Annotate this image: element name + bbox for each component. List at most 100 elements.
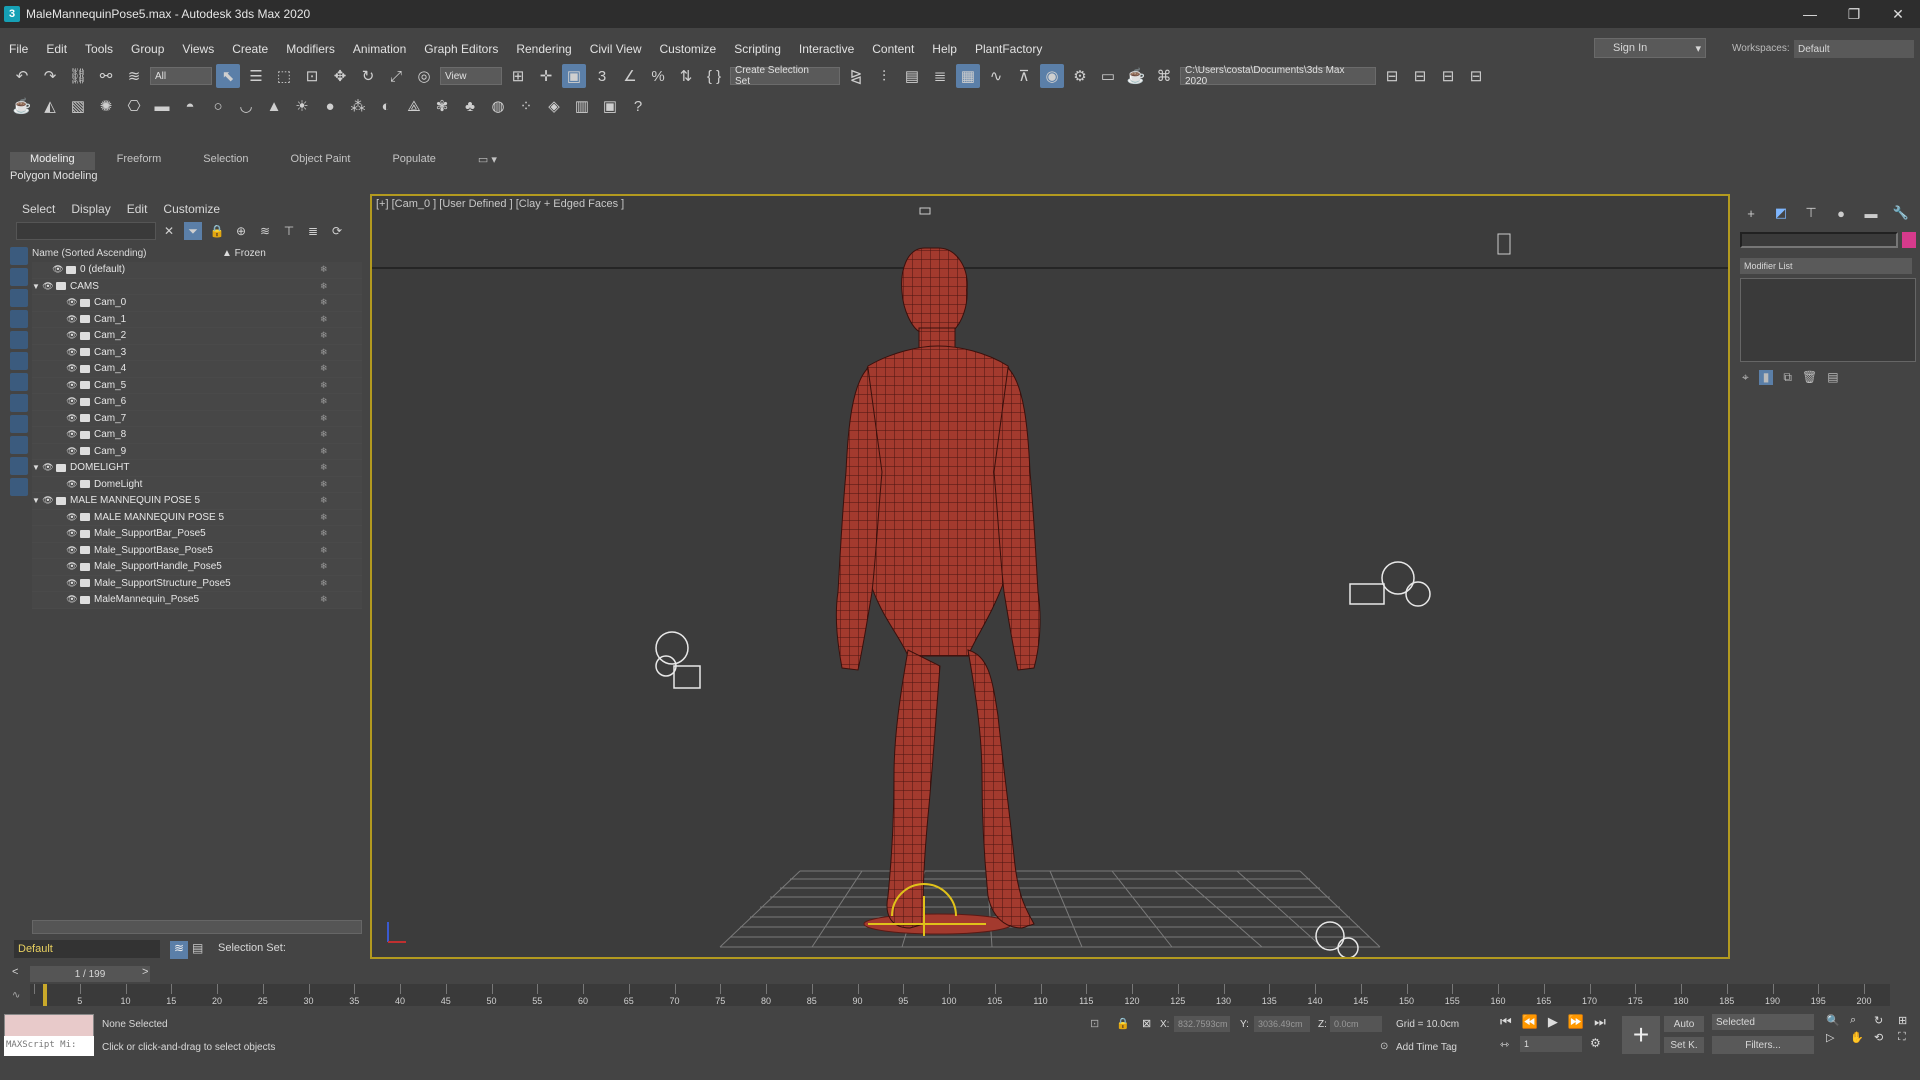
render-cloud-icon[interactable]: ⌘ bbox=[1152, 64, 1176, 88]
curve-editor-mini-icon[interactable]: ∿ bbox=[12, 990, 20, 1001]
image-icon[interactable]: ▧ bbox=[66, 94, 90, 118]
minimize-button[interactable]: — bbox=[1788, 0, 1832, 28]
hierarchy-tab-icon[interactable]: ⊤ bbox=[1800, 204, 1822, 222]
place-icon[interactable]: ◎ bbox=[412, 64, 436, 88]
visibility-eye-icon[interactable]: 👁 bbox=[66, 363, 78, 374]
scene-tree-row[interactable]: ▼ 👁 CAMS ❄ bbox=[32, 278, 362, 295]
remove-modifier-icon[interactable]: 🗑 bbox=[1802, 370, 1817, 385]
hierarchy-icon[interactable]: ⊤ bbox=[280, 222, 298, 240]
tab-populate[interactable]: Populate bbox=[372, 152, 455, 170]
frozen-icon[interactable]: ❄ bbox=[320, 462, 328, 473]
col-name[interactable]: Name (Sorted Ascending) bbox=[32, 248, 222, 262]
frozen-icon[interactable]: ❄ bbox=[320, 413, 328, 424]
frozen-icon[interactable]: ❄ bbox=[320, 479, 328, 490]
window-crossing-icon[interactable]: ⊡ bbox=[300, 64, 324, 88]
menu-customize[interactable]: Customize bbox=[651, 42, 726, 56]
object-name-field[interactable] bbox=[1740, 232, 1898, 248]
scene-tree-row[interactable]: 👁 Cam_3 ❄ bbox=[32, 344, 362, 361]
display-frozen-icon[interactable] bbox=[10, 457, 28, 475]
cone-icon[interactable]: ▲ bbox=[262, 94, 286, 118]
curve-editor-icon[interactable]: ∿ bbox=[984, 64, 1008, 88]
zoom-all-icon[interactable]: ⌕ bbox=[1850, 1014, 1870, 1027]
visibility-eye-icon[interactable]: 👁 bbox=[42, 281, 54, 292]
visibility-eye-icon[interactable]: 👁 bbox=[66, 446, 78, 457]
pan-icon[interactable]: ✋ bbox=[1850, 1031, 1870, 1044]
visibility-eye-icon[interactable]: 👁 bbox=[66, 297, 78, 308]
visibility-eye-icon[interactable]: 👁 bbox=[66, 578, 78, 589]
lock-icon[interactable]: 🔒 bbox=[208, 222, 226, 240]
scene-search-input[interactable] bbox=[16, 222, 156, 240]
set-key-plus-button[interactable]: + bbox=[1622, 1016, 1660, 1054]
bind-space-warp-icon[interactable]: ≋ bbox=[122, 64, 146, 88]
zoom-icon[interactable]: 🔍 bbox=[1826, 1014, 1846, 1027]
track-bar[interactable]: 5 10 15 20 25 30 35 40 45 50 55 60 65 70 75 80 85 90 95 100… bbox=[30, 984, 1890, 1006]
sign-in-dropdown[interactable]: Sign In ▾ bbox=[1594, 38, 1706, 58]
scene-explorer-icon[interactable]: ▤ bbox=[900, 64, 924, 88]
frozen-icon[interactable]: ❄ bbox=[320, 347, 328, 358]
motion-tab-icon[interactable]: ● bbox=[1830, 204, 1852, 222]
scene-tree-row[interactable]: 👁 Cam_6 ❄ bbox=[32, 394, 362, 411]
scatter-icon[interactable]: ⁂ bbox=[346, 94, 370, 118]
tree-icon[interactable]: ♣ bbox=[458, 94, 482, 118]
scene-tree-row[interactable]: 👁 MALE MANNEQUIN POSE 5 ❄ bbox=[32, 509, 362, 526]
current-frame-field[interactable]: 1 bbox=[1520, 1036, 1582, 1052]
modifier-stack[interactable] bbox=[1740, 278, 1916, 362]
scene-tree-row[interactable]: 👁 Male_SupportStructure_Pose5 ❄ bbox=[32, 575, 362, 592]
menu-create[interactable]: Create bbox=[223, 42, 277, 56]
frozen-icon[interactable]: ❄ bbox=[320, 264, 328, 275]
display-spacewarps-icon[interactable] bbox=[10, 352, 28, 370]
rect-selection-icon[interactable]: ⬚ bbox=[272, 64, 296, 88]
menu-views[interactable]: Views bbox=[173, 42, 223, 56]
scene-tree-row[interactable]: ▼ 👁 MALE MANNEQUIN POSE 5 ❄ bbox=[32, 493, 362, 510]
display-containers-icon[interactable] bbox=[10, 436, 28, 454]
frozen-icon[interactable]: ❄ bbox=[320, 495, 328, 506]
next-key-icon[interactable]: ⏩ bbox=[1568, 1014, 1584, 1030]
frozen-icon[interactable]: ❄ bbox=[320, 363, 328, 374]
workspace-dropdown[interactable]: Default bbox=[1794, 40, 1914, 58]
next-frame-icon[interactable]: > bbox=[142, 966, 148, 978]
save-project-icon[interactable]: ⊟ bbox=[1436, 64, 1460, 88]
manipulate-icon[interactable]: ✛ bbox=[534, 64, 558, 88]
visibility-eye-icon[interactable]: 👁 bbox=[66, 314, 78, 325]
tab-object-paint[interactable]: Object Paint bbox=[271, 152, 371, 170]
scale-icon[interactable]: ⤢ bbox=[384, 64, 408, 88]
help-icon[interactable]: ? bbox=[626, 94, 650, 118]
select-by-layer-icon[interactable]: ▤ bbox=[192, 941, 203, 955]
field-of-view-icon[interactable]: ▷ bbox=[1826, 1031, 1846, 1044]
modifier-list-dropdown[interactable]: Modifier List bbox=[1740, 258, 1912, 274]
render-setup-icon[interactable]: ⚙ bbox=[1068, 64, 1092, 88]
menu-civil-view[interactable]: Civil View bbox=[581, 42, 651, 56]
mirror-icon[interactable]: ⧎ bbox=[844, 64, 868, 88]
y-coordinate-field[interactable]: 3036.49cm bbox=[1254, 1016, 1310, 1032]
isolate-icon[interactable]: ⊡ bbox=[1090, 1017, 1099, 1030]
modify-tab-icon[interactable]: ◩ bbox=[1770, 204, 1792, 222]
layer-explorer-icon[interactable]: ≣ bbox=[928, 64, 952, 88]
add-layer-icon[interactable]: ⊕ bbox=[232, 222, 250, 240]
tab-selection[interactable]: Selection bbox=[183, 152, 268, 170]
orbit-subobject-icon[interactable]: ⟲ bbox=[1874, 1031, 1894, 1044]
angle-snap-icon[interactable]: ∠ bbox=[618, 64, 642, 88]
spinner-snap-icon[interactable]: ⇅ bbox=[674, 64, 698, 88]
play-icon[interactable]: ▶ bbox=[1548, 1014, 1558, 1030]
display-groups-icon[interactable] bbox=[10, 373, 28, 391]
frozen-icon[interactable]: ❄ bbox=[320, 578, 328, 589]
render-region-icon[interactable]: ▥ bbox=[570, 94, 594, 118]
key-filter-dropdown[interactable]: Selected bbox=[1712, 1014, 1814, 1030]
visibility-eye-icon[interactable]: 👁 bbox=[66, 594, 78, 605]
menu-scripting[interactable]: Scripting bbox=[725, 42, 790, 56]
time-slider[interactable]: 1 / 199 bbox=[30, 966, 150, 982]
link-icon[interactable]: ⛓ bbox=[66, 64, 90, 88]
menu-group[interactable]: Group bbox=[122, 42, 173, 56]
expand-arrow-icon[interactable]: ▼ bbox=[32, 496, 42, 505]
tab-freeform[interactable]: Freeform bbox=[97, 152, 182, 170]
menu-modifiers[interactable]: Modifiers bbox=[277, 42, 344, 56]
bowl-icon[interactable]: ◡ bbox=[234, 94, 258, 118]
scene-tree-row[interactable]: ▼ 👁 DOMELIGHT ❄ bbox=[32, 460, 362, 477]
menu-plantfactory[interactable]: PlantFactory bbox=[966, 42, 1051, 56]
display-cameras-icon[interactable] bbox=[10, 310, 28, 328]
visibility-eye-icon[interactable]: 👁 bbox=[66, 512, 78, 523]
z-coordinate-field[interactable]: 0.0cm bbox=[1330, 1016, 1382, 1032]
tab-modeling[interactable]: Modeling bbox=[10, 152, 95, 170]
swatches-icon[interactable]: ⁘ bbox=[514, 94, 538, 118]
visibility-eye-icon[interactable]: 👁 bbox=[66, 561, 78, 572]
